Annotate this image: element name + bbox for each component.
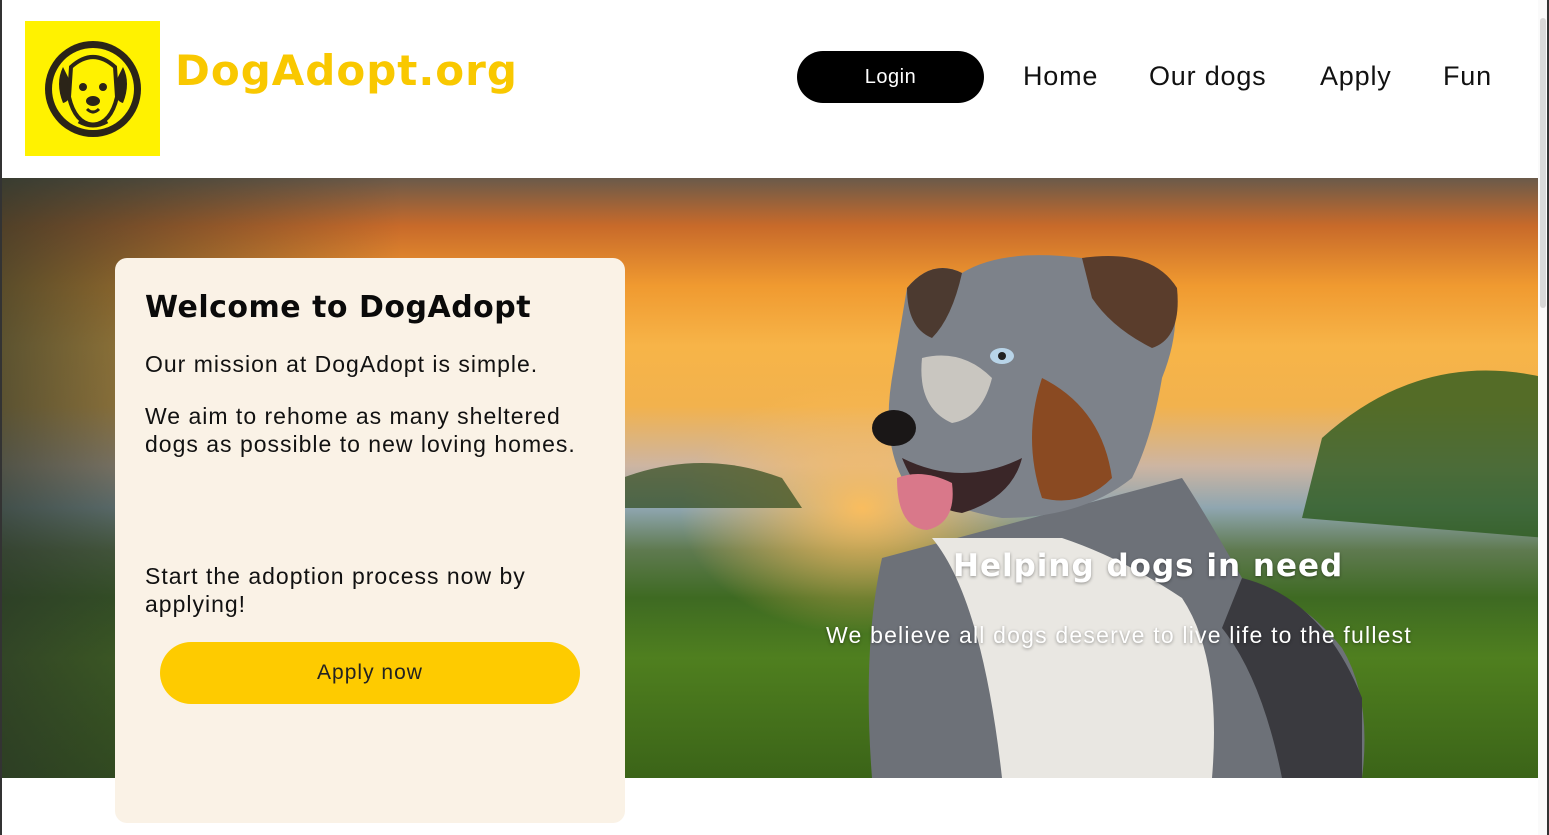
main-nav: Login (797, 51, 984, 103)
brand-name[interactable]: DogAdopt.org (175, 46, 518, 95)
welcome-card: Welcome to DogAdopt Our mission at DogAd… (115, 258, 625, 823)
nav-link-fun[interactable]: Fun (1443, 61, 1492, 92)
hero-subtitle: We believe all dogs deserve to live life… (826, 622, 1412, 648)
dog-face-icon (44, 40, 141, 137)
mission-text: Our mission at DogAdopt is simple. (145, 351, 539, 377)
card-title: Welcome to DogAdopt (145, 290, 532, 325)
scrollbar-thumb[interactable] (1540, 18, 1546, 308)
site-logo[interactable] (25, 21, 160, 156)
nav-link-our-dogs[interactable]: Our dogs (1149, 61, 1266, 92)
nav-link-home[interactable]: Home (1023, 61, 1098, 92)
apply-now-button[interactable]: Apply now (160, 642, 580, 704)
login-button[interactable]: Login (797, 51, 984, 103)
nav-link-apply[interactable]: Apply (1320, 61, 1392, 92)
aim-text: We aim to rehome as many sheltered dogs … (145, 403, 576, 457)
hero-title: Helping dogs in need (953, 548, 1344, 584)
cta-text: Start the adoption process now by applyi… (145, 563, 526, 617)
